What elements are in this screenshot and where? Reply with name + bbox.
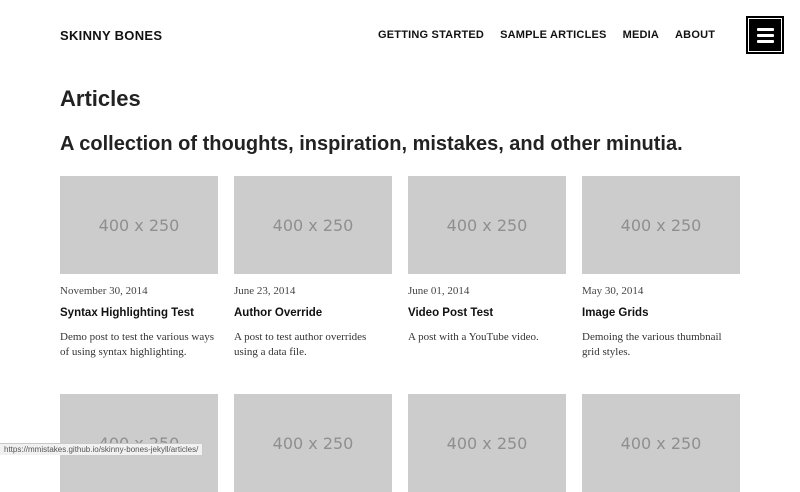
article-title-link[interactable]: Author Override xyxy=(234,307,392,319)
article-excerpt: Demo post to test the various ways of us… xyxy=(60,331,214,358)
site-brand-link[interactable]: SKINNY BONES xyxy=(60,28,162,43)
site-header: SKINNY BONES GETTING STARTED SAMPLE ARTI… xyxy=(0,0,800,72)
browser-status-bar: https://mmistakes.github.io/skinny-bones… xyxy=(0,443,204,455)
nav-getting-started[interactable]: GETTING STARTED xyxy=(378,29,484,41)
article-date: June 23, 2014 xyxy=(234,285,296,297)
article-thumbnail[interactable]: 400 x 250 xyxy=(408,176,566,274)
page-title: Articles xyxy=(60,86,141,111)
article-excerpt: A post to test author overrides using a … xyxy=(234,331,367,358)
main-nav: GETTING STARTED SAMPLE ARTICLES MEDIA AB… xyxy=(378,29,715,41)
nav-media[interactable]: MEDIA xyxy=(623,29,659,41)
article-title-link[interactable]: Video Post Test xyxy=(408,307,566,319)
article-title-link[interactable]: Syntax Highlighting Test xyxy=(60,307,218,319)
article-card: 400 x 250 May 30, 2014 Image Grids Demoi… xyxy=(582,176,740,360)
article-excerpt: A post with a YouTube video. xyxy=(408,331,539,343)
page-subtitle: A collection of thoughts, inspiration, m… xyxy=(60,133,683,155)
article-card: 400 x 250 June 23, 2014 Author Override … xyxy=(234,176,392,360)
article-date: May 30, 2014 xyxy=(582,285,644,297)
article-grid: 400 x 250 November 30, 2014 Syntax Highl… xyxy=(60,176,740,360)
nav-sample-articles[interactable]: SAMPLE ARTICLES xyxy=(500,29,607,41)
article-thumbnail[interactable]: 400 x 250 xyxy=(408,394,566,492)
article-card: 400 x 250 November 30, 2014 Syntax Highl… xyxy=(60,176,218,360)
article-thumbnail[interactable]: 400 x 250 xyxy=(234,176,392,274)
nav-about[interactable]: ABOUT xyxy=(675,29,715,41)
article-title-link[interactable]: Image Grids xyxy=(582,307,740,319)
hamburger-menu-icon xyxy=(748,18,782,52)
article-thumbnail[interactable]: 400 x 250 xyxy=(582,176,740,274)
article-thumbnail[interactable]: 400 x 250 xyxy=(234,394,392,492)
article-date: November 30, 2014 xyxy=(60,285,148,297)
article-excerpt: Demoing the various thumbnail grid style… xyxy=(582,331,722,358)
article-card: 400 x 250 June 01, 2014 Video Post Test … xyxy=(408,176,566,360)
article-date: June 01, 2014 xyxy=(408,285,470,297)
article-thumbnail[interactable]: 400 x 250 xyxy=(60,176,218,274)
article-thumbnail[interactable]: 400 x 250 xyxy=(582,394,740,492)
menu-toggle-button[interactable] xyxy=(746,16,784,54)
